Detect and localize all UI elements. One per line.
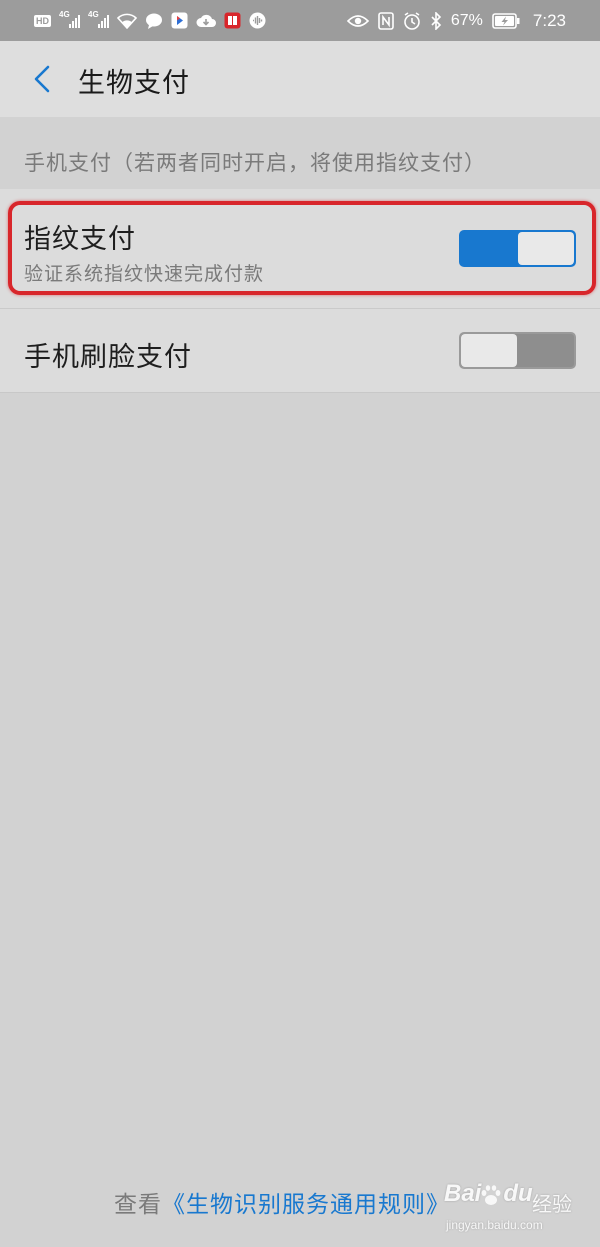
alarm-icon xyxy=(403,11,421,30)
footer-prefix: 查看 xyxy=(114,1192,162,1218)
hd-icon: HD xyxy=(34,14,51,27)
fingerprint-pay-title: 指纹支付 xyxy=(24,224,136,255)
section-header: 手机支付（若两者同时开启，将使用指纹支付） xyxy=(0,117,600,189)
face-pay-title: 手机刷脸支付 xyxy=(24,342,192,373)
video-app-icon xyxy=(171,12,188,29)
biometric-rules-link[interactable]: 《生物识别服务通用规则》 xyxy=(162,1192,450,1218)
eye-icon xyxy=(346,14,369,28)
signal-icon: 4G xyxy=(59,10,80,28)
battery-icon xyxy=(492,12,520,29)
toggle-knob xyxy=(461,334,517,367)
footer-rules: 查看《生物识别服务通用规则》 xyxy=(114,1185,450,1219)
status-bar-left: HD 4G 4G xyxy=(34,0,266,41)
bluetooth-icon xyxy=(430,11,442,30)
baidu-watermark: Bai du 经验 jingyan.baidu.com xyxy=(442,1180,592,1238)
chevron-left-icon xyxy=(34,65,50,93)
status-bar: HD 4G 4G 67% 7:23 xyxy=(0,0,600,41)
cloud-download-icon xyxy=(196,13,216,28)
book-app-icon xyxy=(224,12,241,29)
fingerprint-pay-subtitle: 验证系统指纹快速完成付款 xyxy=(24,263,265,285)
paw-icon xyxy=(481,1185,501,1205)
toggle-knob xyxy=(518,232,574,265)
section-header-text: 手机支付（若两者同时开启，将使用指纹支付） xyxy=(24,151,486,175)
chat-bubble-icon xyxy=(145,13,163,29)
nfc-icon xyxy=(378,11,394,30)
voice-icon xyxy=(249,12,266,29)
back-button[interactable] xyxy=(22,59,62,99)
nav-bar: 生物支付 xyxy=(0,41,600,117)
page-title: 生物支付 xyxy=(78,68,190,99)
battery-percent: 67% xyxy=(450,11,483,29)
list-item-face-pay[interactable]: 手机刷脸支付 xyxy=(0,309,600,393)
face-pay-toggle[interactable] xyxy=(459,332,576,369)
clock-time: 7:23 xyxy=(532,10,566,30)
watermark-label: 经验 xyxy=(532,1192,572,1216)
list-item-fingerprint-pay[interactable]: 指纹支付 验证系统指纹快速完成付款 xyxy=(0,189,600,309)
status-bar-right: 67% 7:23 xyxy=(346,0,566,41)
watermark-url: jingyan.baidu.com xyxy=(446,1218,543,1232)
wifi-icon xyxy=(117,13,137,29)
signal-icon: 4G xyxy=(88,10,109,28)
fingerprint-pay-toggle[interactable] xyxy=(459,230,576,267)
